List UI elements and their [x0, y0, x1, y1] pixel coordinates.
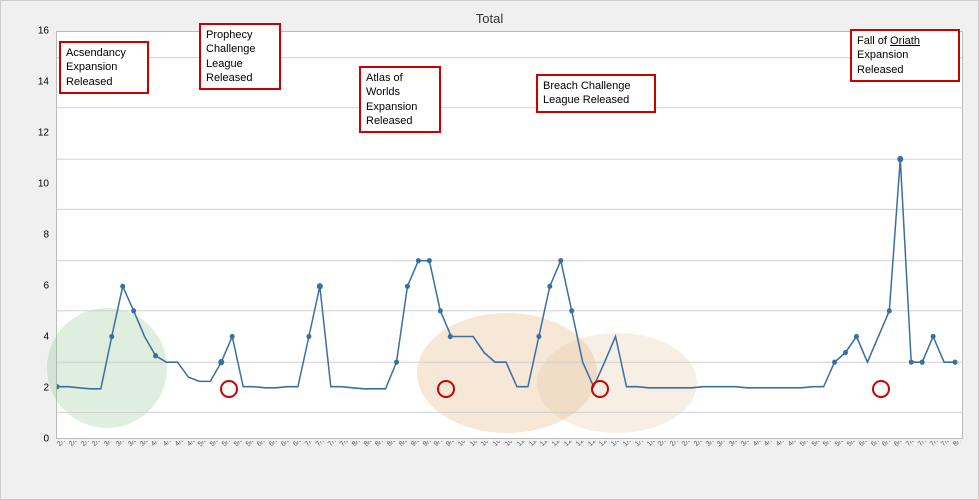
x-axis: 2/1/2016 2/8/2016 2/15/2016 2/22/2016 3/… [56, 441, 963, 499]
annotation-oriath: Fall of Oriath Expansion Released [850, 29, 960, 82]
chart-container: Total [0, 0, 979, 500]
y-label-10: 10 [38, 179, 49, 190]
chart-line [57, 159, 955, 389]
red-circle-oriath [872, 380, 890, 398]
annotation-oriath-line1: Fall of Oriath [857, 35, 920, 47]
data-dots [57, 156, 958, 389]
annotation-breach-line2: League Released [543, 94, 629, 106]
annotation-atlas-line4: Released [366, 115, 412, 127]
y-axis: 16 14 12 10 8 6 4 2 0 [6, 31, 54, 439]
x-label-77: 8/7/2017 [952, 441, 963, 448]
chart-svg [57, 32, 962, 438]
y-label-14: 14 [38, 77, 49, 88]
annotation-oriath-line2: Expansion [857, 49, 908, 61]
y-label-4: 4 [43, 332, 49, 343]
annotation-ascendancy-line1: Acsendancy [66, 47, 126, 59]
annotation-atlas: Atlas of Worlds Expansion Released [359, 66, 441, 133]
y-label-16: 16 [38, 26, 49, 37]
annotation-atlas-line1: Atlas of [366, 72, 403, 84]
annotation-prophecy-line2: Challenge [206, 43, 256, 55]
annotation-prophecy-line3: League [206, 58, 243, 70]
y-label-2: 2 [43, 383, 49, 394]
y-label-6: 6 [43, 281, 49, 292]
annotation-ascendancy-line2: Expansion [66, 61, 117, 73]
annotation-prophecy: Prophecy Challenge League Released [199, 23, 281, 90]
annotation-ascendancy-line3: Released [66, 76, 112, 88]
y-label-8: 8 [43, 230, 49, 241]
y-label-12: 12 [38, 128, 49, 139]
annotation-atlas-line3: Expansion [366, 101, 417, 113]
red-circle-prophecy [220, 380, 238, 398]
annotation-oriath-line3: Released [857, 64, 903, 76]
annotation-breach: Breach Challenge League Released [536, 74, 656, 113]
y-label-0: 0 [43, 434, 49, 445]
chart-area [56, 31, 963, 439]
chart-title: Total [476, 11, 503, 26]
annotation-atlas-line2: Worlds [366, 86, 400, 98]
annotation-breach-line1: Breach Challenge [543, 80, 630, 92]
annotation-prophecy-line1: Prophecy [206, 29, 252, 41]
red-circle-atlas [437, 380, 455, 398]
annotation-prophecy-line4: Released [206, 72, 252, 84]
red-circle-breach [591, 380, 609, 398]
annotation-ascendancy: Acsendancy Expansion Released [59, 41, 149, 94]
